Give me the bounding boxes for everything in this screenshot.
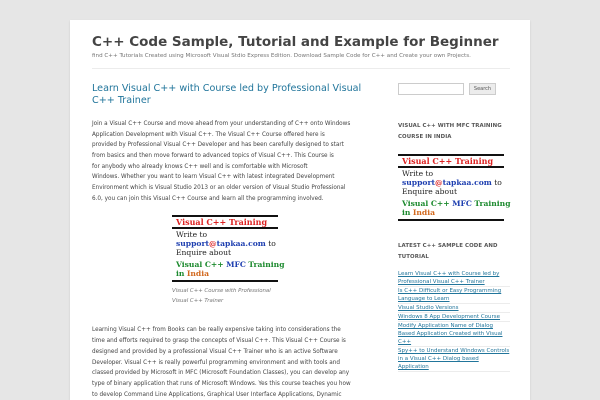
- latest-post-link[interactable]: Visual Studio Versions: [398, 304, 510, 313]
- promo-email-at: @: [435, 178, 443, 187]
- promo-course-c: Training: [474, 199, 511, 208]
- main-content: Learn Visual C++ with Course led by Prof…: [92, 83, 362, 400]
- promo-line-1: Write to: [176, 230, 208, 240]
- search-input[interactable]: [398, 83, 464, 95]
- latest-post-link-text[interactable]: Learn Visual C++ with Course led by Prof…: [398, 271, 499, 285]
- latest-post-link-text[interactable]: Spy++ to Understand Windows Controls in …: [398, 348, 509, 370]
- site-title[interactable]: C++ Code Sample, Tutorial and Example fo…: [92, 34, 499, 50]
- promo-title-underline: [398, 166, 504, 168]
- post-paragraph-2: Learning Visual C++ from Books can be re…: [92, 327, 351, 398]
- promo-email-user: support: [402, 178, 435, 187]
- sidebar-figure: Visual C++ Training Write to support@tap…: [398, 154, 511, 224]
- promo-title-underline: [172, 227, 278, 229]
- latest-post-link-text[interactable]: Modify Application Name of Dialog Based …: [398, 323, 502, 345]
- sidebar-promo-image[interactable]: Visual C++ Training Write to support@tap…: [398, 154, 511, 224]
- sidebar: Search VISUAL C++ WITH MFC TRAINING COUR…: [398, 83, 511, 372]
- promo-course-a: Visual C++: [402, 199, 450, 208]
- promo-email-user: support: [176, 239, 209, 249]
- search-form: Search: [398, 83, 510, 95]
- post-figure: Visual C++ Training Write to support@tap…: [172, 215, 285, 306]
- promo-line-3: Enquire about: [402, 187, 458, 196]
- latest-post-link-text[interactable]: Windows 8 App Development Course: [398, 314, 500, 320]
- search-button[interactable]: Search: [469, 83, 496, 95]
- page-container: C++ Code Sample, Tutorial and Example fo…: [70, 20, 530, 400]
- promo-line-5-a: in: [176, 269, 185, 279]
- promo-bottom-bar: [398, 219, 504, 221]
- post-title[interactable]: Learn Visual C++ with Course led by Prof…: [92, 83, 362, 108]
- latest-post-link-text[interactable]: Visual Studio Versions: [398, 305, 459, 311]
- latest-post-link-text[interactable]: Is C++ Difficult or Easy Programming Lan…: [398, 288, 501, 302]
- promo-line-5: in India: [176, 269, 209, 278]
- promo-email-to: to: [494, 178, 502, 187]
- latest-post-link[interactable]: Is C++ Difficult or Easy Programming Lan…: [398, 287, 510, 304]
- promo-line-1: Write to: [402, 169, 434, 178]
- promo-bottom-bar: [172, 280, 278, 282]
- latest-post-link[interactable]: Learn Visual C++ with Course led by Prof…: [398, 270, 510, 287]
- widget-title-training: VISUAL C++ WITH MFC TRAINING COURSE IN I…: [398, 123, 502, 140]
- promo-email-line: support@tapkaa.com to: [176, 239, 276, 248]
- promo-course-b: MFC: [226, 260, 246, 270]
- promo-email-domain: tapkaa.com: [442, 178, 492, 187]
- promo-line-5-b: India: [412, 208, 436, 217]
- promo-image[interactable]: Visual C++ Training Write to support@tap…: [172, 215, 285, 286]
- latest-post-link[interactable]: Windows 8 App Development Course: [398, 313, 510, 322]
- site-description: find C++ Tutorials Created using Microso…: [92, 53, 471, 59]
- latest-post-link[interactable]: Modify Application Name of Dialog Based …: [398, 322, 510, 347]
- promo-email-to: to: [268, 239, 276, 249]
- promo-course-a: Visual C++: [176, 260, 224, 270]
- promo-line-5: in India: [402, 208, 435, 217]
- promo-course-b: MFC: [452, 199, 472, 208]
- promo-line-3: Enquire about: [176, 248, 232, 258]
- image-caption: Visual C++ Course with Professional Visu…: [172, 288, 271, 304]
- promo-email-at: @: [209, 239, 217, 249]
- promo-email-domain: tapkaa.com: [216, 239, 266, 249]
- promo-course-line: Visual C++ MFC Training: [176, 260, 285, 269]
- post-paragraph-1: Join a Visual C++ Course and move ahead …: [92, 120, 351, 202]
- widget-title-latest: LATEST C++ SAMPLE CODE AND TUTORIAL: [398, 243, 498, 260]
- promo-line-5-b: India: [186, 269, 210, 279]
- promo-line-5-a: in: [402, 208, 411, 217]
- latest-post-link[interactable]: Spy++ to Understand Windows Controls in …: [398, 347, 510, 372]
- latest-posts-list: Learn Visual C++ with Course led by Prof…: [398, 270, 510, 372]
- promo-course-line: Visual C++ MFC Training: [402, 199, 511, 208]
- promo-title: Visual C++ Training: [402, 156, 494, 166]
- promo-email-line: support@tapkaa.com to: [402, 178, 502, 187]
- promo-course-c: Training: [248, 260, 285, 270]
- header-divider: [92, 68, 510, 69]
- promo-title: Visual C++ Training: [176, 217, 268, 228]
